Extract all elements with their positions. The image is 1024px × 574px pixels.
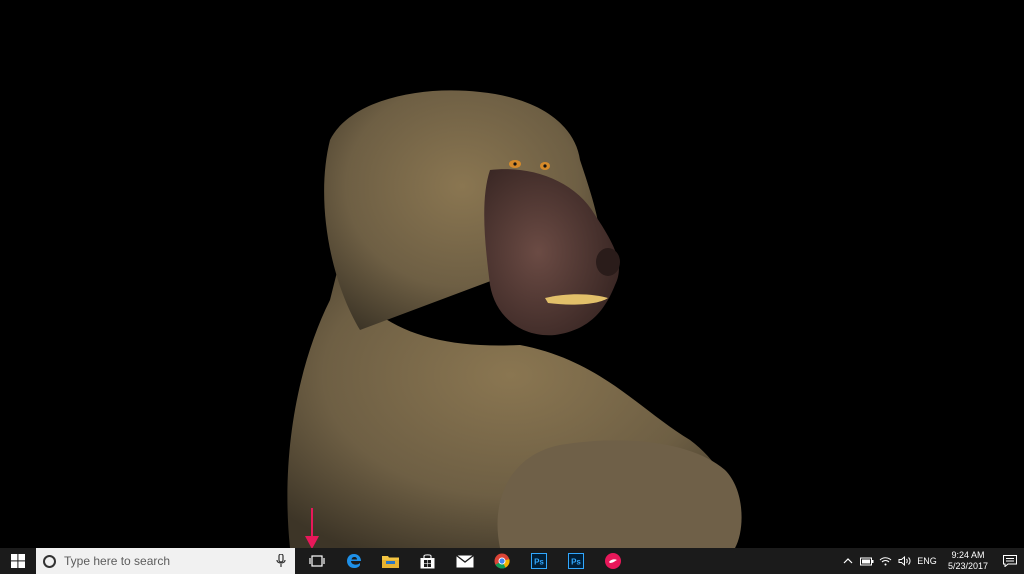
taskbar-app-photoshop-1[interactable]: Ps [520,548,557,574]
taskbar: Type here to search Ps Ps ENG 9:24 AM 5/… [0,548,1024,574]
annotation-arrow [305,508,319,548]
volume-icon [898,556,911,566]
windows-logo-icon [11,554,25,568]
photoshop-icon: Ps [567,553,584,569]
mail-icon [455,554,474,567]
photoshop-icon: Ps [530,553,547,569]
show-hidden-icons-button[interactable] [838,548,857,574]
task-view-icon [309,555,325,567]
photoshop-label: Ps [534,557,544,566]
clock[interactable]: 9:24 AM 5/23/2017 [940,550,996,572]
system-tray: ENG 9:24 AM 5/23/2017 [838,548,1024,574]
wifi-icon [879,557,892,566]
microphone-icon[interactable] [275,553,287,569]
taskbar-app-pink[interactable] [594,548,631,574]
battery-icon [859,557,873,565]
search-placeholder: Type here to search [64,554,171,568]
clock-time: 9:24 AM [951,550,985,560]
start-button[interactable] [0,548,36,574]
notification-icon [1003,555,1017,567]
taskbar-app-chrome[interactable] [483,548,520,574]
chrome-icon [494,553,510,569]
desktop [0,0,1024,548]
chevron-up-icon [843,558,852,564]
clock-date: 5/23/2017 [947,561,989,571]
task-view-button[interactable] [299,548,335,574]
app-pink-icon [604,553,621,569]
battery-button[interactable] [857,548,876,574]
cortana-icon [43,554,56,568]
folder-icon [382,556,399,568]
network-button[interactable] [876,548,895,574]
taskbar-app-photoshop-2[interactable]: Ps [557,548,594,574]
taskbar-app-mail[interactable] [446,548,483,574]
volume-button[interactable] [895,548,914,574]
taskbar-app-edge[interactable] [335,548,372,574]
edge-icon [346,554,361,568]
store-icon [420,553,435,568]
search-box[interactable]: Type here to search [36,548,295,574]
taskbar-app-store[interactable] [409,548,446,574]
baboon-wallpaper [287,90,742,548]
input-language-indicator[interactable]: ENG [914,556,940,566]
action-center-button[interactable] [996,548,1024,574]
photoshop-label: Ps [571,557,581,566]
taskbar-app-file-explorer[interactable] [372,548,409,574]
